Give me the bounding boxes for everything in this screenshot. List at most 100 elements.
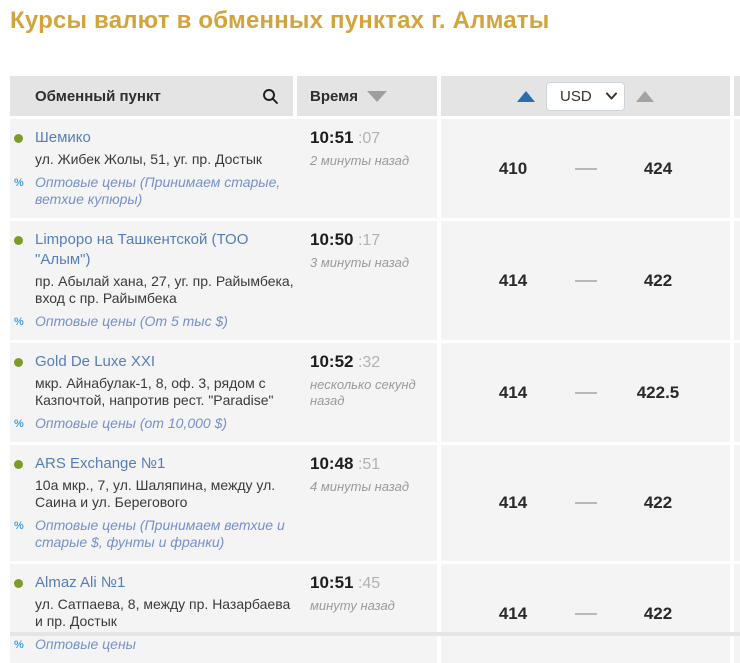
status-dot-icon [14, 236, 23, 245]
update-time-ago: несколько секунд назад [310, 377, 437, 409]
status-dot-icon [14, 579, 23, 588]
sell-sort-triangle-up-icon[interactable] [636, 91, 654, 102]
time-cell: 10:51 :45 минуту назад [297, 573, 437, 653]
exchange-point-address: 10а мкр., 7, ул. Шаляпина, между ул. Саи… [35, 477, 297, 511]
update-time: 10:51 [310, 128, 353, 147]
buy-rate: 414 [466, 493, 561, 513]
exchange-point-link[interactable]: Gold De Luxe XXI [35, 352, 155, 372]
update-seconds: :32 [358, 354, 380, 371]
percent-icon: % [14, 415, 35, 432]
time-cell: 10:52 :32 несколько секунд назад [297, 352, 437, 432]
row-next-column-stub [734, 119, 740, 218]
exchange-point-header-label: Обменный пункт [35, 88, 161, 105]
exchange-point-address: пр. Абылай хана, 27, уг. пр. Райымбека, … [35, 273, 297, 307]
update-time: 10:52 [310, 352, 353, 371]
exchange-point-cell: Gold De Luxe XXI мкр. Айнабулак-1, 8, оф… [10, 352, 297, 432]
time-sort-control[interactable]: Время [310, 88, 387, 105]
buy-rate: 414 [466, 271, 561, 291]
page-title: Курсы валют в обменных пунктах г. Алматы [10, 7, 740, 35]
update-time: 10:50 [310, 230, 353, 249]
update-time: 10:51 [310, 573, 353, 592]
exchange-point-cell: Limpopo на Ташкентской (ТОО "Алым") пр. … [10, 230, 297, 330]
sell-rate: 422 [611, 604, 706, 624]
time-sort-triangle-down-icon [367, 91, 387, 102]
wholesale-note: Оптовые цены (Принимаем ветхие и старые … [35, 517, 297, 551]
row-main-cell: ARS Exchange №1 10а мкр., 7, ул. Шаляпин… [10, 445, 437, 561]
header-exchange-point: Обменный пункт [10, 76, 293, 116]
percent-icon: % [14, 517, 35, 551]
time-cell: 10:48 :51 4 минуты назад [297, 454, 437, 551]
rate-dash-icon [561, 502, 611, 504]
update-seconds: :17 [358, 232, 380, 249]
search-icon[interactable] [262, 88, 279, 105]
percent-icon: % [14, 636, 35, 653]
row-main-cell: Limpopo на Ташкентской (ТОО "Алым") пр. … [10, 221, 437, 340]
rates-cell: 414 422 [441, 564, 730, 663]
wholesale-note: Оптовые цены (Принимаем старые, ветхие к… [35, 174, 297, 208]
exchange-point-address: ул. Сатпаева, 8, между пр. Назарбаева и … [35, 596, 297, 630]
rate-dash-icon [561, 392, 611, 394]
table-header: Обменный пункт Время USD [10, 76, 740, 116]
table-row: ARS Exchange №1 10а мкр., 7, ул. Шаляпин… [10, 445, 740, 561]
rates-table: Обменный пункт Время USD [10, 76, 740, 663]
row-next-column-stub [734, 445, 740, 561]
wholesale-note: Оптовые цены (от 10,000 $) [35, 415, 227, 432]
buy-rate: 414 [466, 383, 561, 403]
row-main-cell: Almaz Ali №1 ул. Сатпаева, 8, между пр. … [10, 564, 437, 663]
rates-cell: 414 422.5 [441, 343, 730, 442]
table-row: Gold De Luxe XXI мкр. Айнабулак-1, 8, оф… [10, 343, 740, 442]
table-row: Limpopo на Ташкентской (ТОО "Алым") пр. … [10, 221, 740, 340]
update-time-ago: минуту назад [310, 598, 437, 614]
header-rates: USD [441, 76, 730, 116]
exchange-point-link[interactable]: Limpopo на Ташкентской (ТОО "Алым") [35, 230, 297, 270]
update-time-ago: 2 минуты назад [310, 153, 437, 169]
update-time-ago: 3 минуты назад [310, 255, 437, 271]
exchange-point-link[interactable]: Шемико [35, 128, 91, 148]
bottom-edge-strip [10, 632, 740, 636]
currency-select-wrap: USD [546, 82, 625, 111]
update-seconds: :45 [358, 575, 380, 592]
exchange-point-cell: ARS Exchange №1 10а мкр., 7, ул. Шаляпин… [10, 454, 297, 551]
row-next-column-stub [734, 343, 740, 442]
header-time: Время [297, 76, 437, 116]
exchange-point-link[interactable]: Almaz Ali №1 [35, 573, 125, 593]
sell-rate: 422 [611, 493, 706, 513]
time-cell: 10:50 :17 3 минуты назад [297, 230, 437, 330]
wholesale-note: Оптовые цены [35, 636, 136, 653]
table-row: Almaz Ali №1 ул. Сатпаева, 8, между пр. … [10, 564, 740, 663]
sell-rate: 422 [611, 271, 706, 291]
sell-rate: 422.5 [611, 383, 706, 403]
table-row: Шемико ул. Жибек Жолы, 51, уг. пр. Досты… [10, 119, 740, 218]
rates-cell: 410 424 [441, 119, 730, 218]
rate-dash-icon [561, 280, 611, 282]
status-dot-icon [14, 358, 23, 367]
update-time: 10:48 [310, 454, 353, 473]
exchange-point-address: мкр. Айнабулак-1, 8, оф. 3, рядом с Казп… [35, 375, 297, 409]
rates-cell: 414 422 [441, 445, 730, 561]
rate-dash-icon [561, 613, 611, 615]
time-cell: 10:51 :07 2 минуты назад [297, 128, 437, 208]
status-dot-icon [14, 460, 23, 469]
rate-dash-icon [561, 168, 611, 170]
exchange-point-address: ул. Жибек Жолы, 51, уг. пр. Достык [35, 151, 297, 168]
percent-icon: % [14, 313, 35, 330]
update-seconds: :51 [358, 456, 380, 473]
row-next-column-stub [734, 221, 740, 340]
currency-select[interactable]: USD [546, 82, 625, 111]
buy-sort-triangle-up-icon[interactable] [517, 91, 535, 102]
rows-container: Шемико ул. Жибек Жолы, 51, уг. пр. Досты… [10, 119, 740, 663]
sell-rate: 424 [611, 159, 706, 179]
exchange-point-cell: Almaz Ali №1 ул. Сатпаева, 8, между пр. … [10, 573, 297, 653]
exchange-point-cell: Шемико ул. Жибек Жолы, 51, уг. пр. Досты… [10, 128, 297, 208]
header-next-column-stub [734, 76, 740, 116]
row-next-column-stub [734, 564, 740, 663]
exchange-point-link[interactable]: ARS Exchange №1 [35, 454, 165, 474]
update-time-ago: 4 минуты назад [310, 479, 437, 495]
row-main-cell: Gold De Luxe XXI мкр. Айнабулак-1, 8, оф… [10, 343, 437, 442]
row-main-cell: Шемико ул. Жибек Жолы, 51, уг. пр. Досты… [10, 119, 437, 218]
wholesale-note: Оптовые цены (От 5 тыс $) [35, 313, 228, 330]
time-header-label: Время [310, 88, 358, 105]
rates-cell: 414 422 [441, 221, 730, 340]
update-seconds: :07 [358, 130, 380, 147]
buy-rate: 410 [466, 159, 561, 179]
